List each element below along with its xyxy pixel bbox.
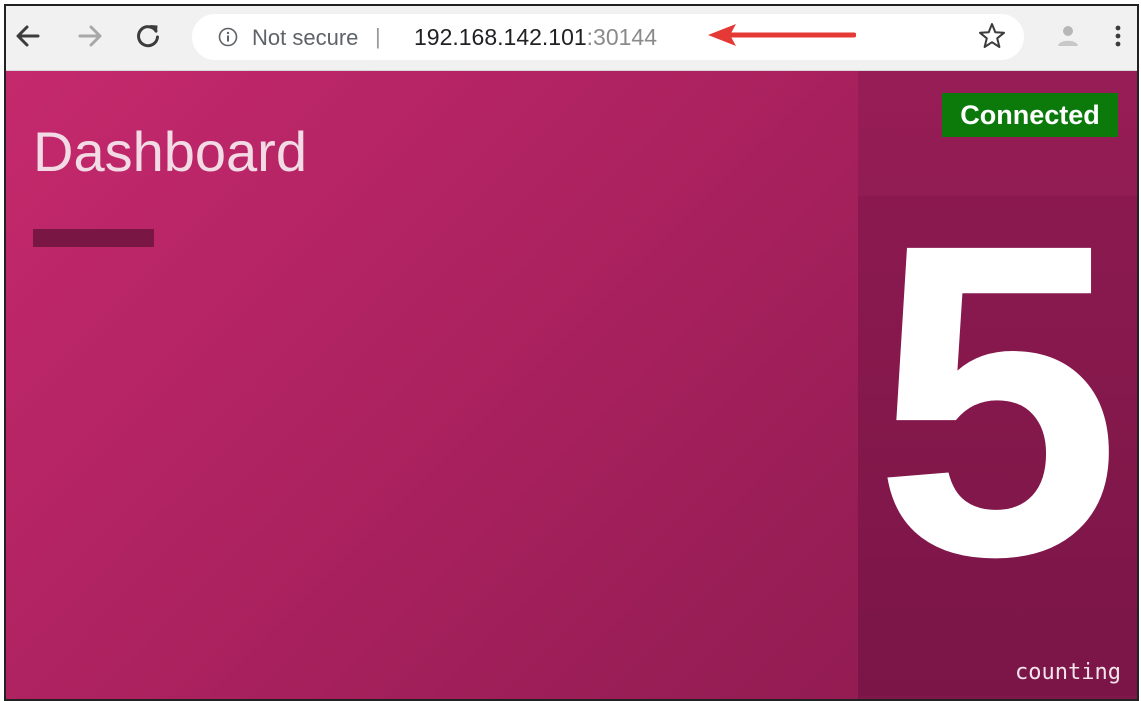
url-separator: | xyxy=(375,24,381,49)
counter-value: 5 xyxy=(873,152,1122,649)
arrow-right-icon xyxy=(78,25,102,47)
profile-icon[interactable] xyxy=(1052,20,1084,52)
url-text[interactable]: 192.168.142.101:30144 xyxy=(414,24,657,51)
reload-icon xyxy=(137,25,159,48)
address-bar[interactable]: Not secure | 192.168.142.101:30144 xyxy=(192,14,1024,60)
security-label[interactable]: Not secure xyxy=(252,25,358,51)
star-icon[interactable] xyxy=(976,20,1008,52)
arrow-left-icon xyxy=(16,25,40,47)
annotation-arrow-icon xyxy=(708,24,856,46)
page-title: Dashboard xyxy=(33,120,307,183)
url-host: 192.168.142.101 xyxy=(414,24,587,50)
title-underline xyxy=(33,229,154,247)
forward-button[interactable] xyxy=(74,20,106,52)
back-button[interactable] xyxy=(12,20,44,52)
kebab-menu-icon[interactable] xyxy=(1106,20,1130,52)
counter-caption: counting xyxy=(1015,660,1121,685)
info-icon[interactable] xyxy=(218,27,238,47)
browser-toolbar: Not secure | 192.168.142.101:30144 xyxy=(6,6,1137,71)
status-badge: Connected xyxy=(942,93,1118,137)
url-port: :30144 xyxy=(586,24,658,50)
dashboard-page: Dashboard Connected 5 counting xyxy=(6,71,1137,699)
browser-window: Not secure | 192.168.142.101:30144 Dashb… xyxy=(4,4,1139,701)
reload-button[interactable] xyxy=(132,20,164,52)
